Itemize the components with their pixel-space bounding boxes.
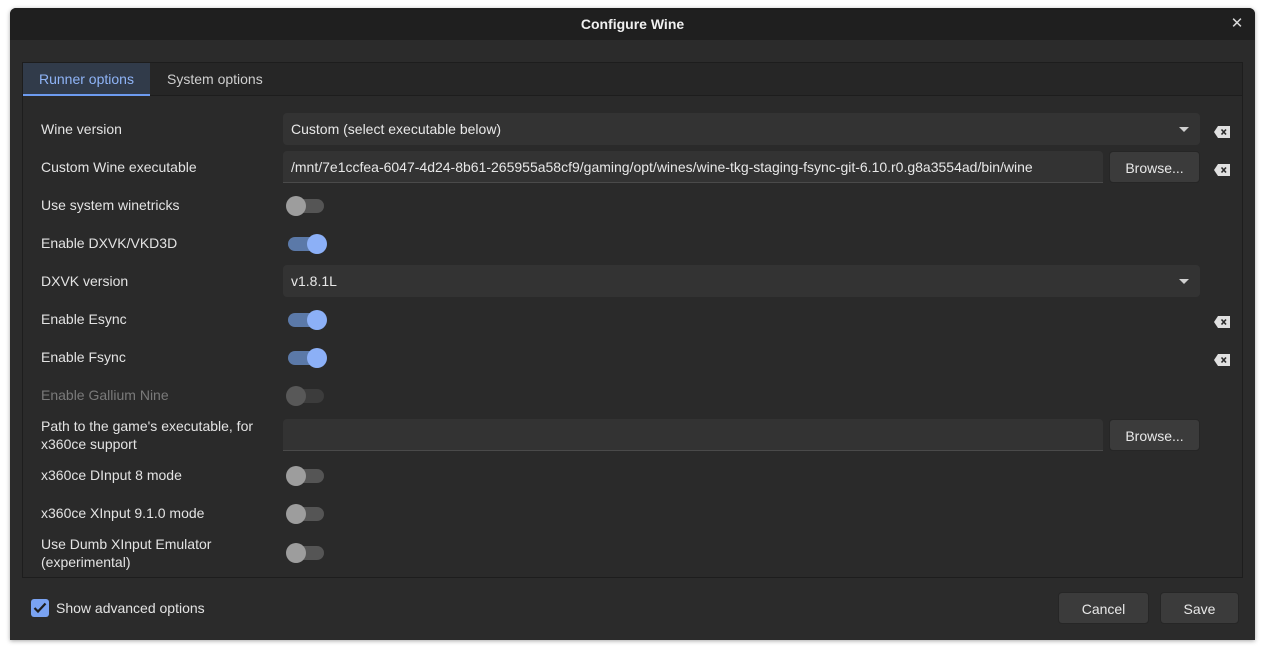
switch-knob: [307, 310, 327, 330]
x360ce-xinput-switch[interactable]: [286, 504, 324, 524]
switch-knob: [307, 348, 327, 368]
checkmark-icon: [33, 602, 47, 614]
chevron-down-icon: [1179, 127, 1189, 132]
options-notebook: Runner options System options Wine versi…: [22, 62, 1243, 578]
wine-version-dropdown[interactable]: Custom (select executable below): [283, 113, 1200, 145]
switch-knob: [286, 196, 306, 216]
switch-knob: [307, 234, 327, 254]
tab-bar: Runner options System options: [23, 63, 1242, 96]
dxvk-version-dropdown[interactable]: v1.8.1L: [283, 265, 1200, 297]
chevron-down-icon: [1179, 279, 1189, 284]
close-icon[interactable]: ✕: [1229, 8, 1245, 40]
switch-knob: [286, 466, 306, 486]
show-advanced-label[interactable]: Show advanced options: [56, 599, 205, 617]
x360ce-path-label: Path to the game's executable, for x360c…: [41, 418, 254, 452]
x360ce-path-input[interactable]: [283, 419, 1103, 451]
dxvk-switch[interactable]: [288, 234, 327, 254]
tab-runner-options[interactable]: Runner options: [23, 63, 150, 96]
custom-exec-label: Custom Wine executable: [41, 159, 197, 175]
reset-clear-icon[interactable]: [1214, 354, 1230, 366]
switch-knob: [286, 504, 306, 524]
configure-wine-dialog: Configure Wine ✕ Runner options System o…: [10, 8, 1255, 640]
reset-clear-icon[interactable]: [1214, 164, 1230, 176]
switch-knob: [286, 386, 306, 406]
save-button[interactable]: Save: [1160, 592, 1239, 624]
wine-version-label: Wine version: [41, 121, 122, 137]
tab-system-options[interactable]: System options: [151, 63, 279, 96]
dxvk-version-value: v1.8.1L: [291, 273, 337, 289]
esync-switch[interactable]: [288, 310, 327, 330]
dxvk-label: Enable DXVK/VKD3D: [41, 235, 178, 251]
cancel-button[interactable]: Cancel: [1058, 592, 1149, 624]
x360ce-xinput-label: x360ce XInput 9.1.0 mode: [41, 505, 205, 521]
reset-clear-icon[interactable]: [1214, 126, 1230, 138]
system-winetricks-label: Use system winetricks: [41, 197, 180, 213]
dumb-xinput-label: Use Dumb XInput Emulator (experimental): [41, 536, 212, 570]
custom-exec-input[interactable]: [283, 151, 1103, 183]
show-advanced-checkbox[interactable]: [31, 599, 49, 617]
esync-label: Enable Esync: [41, 311, 127, 327]
custom-exec-browse-button[interactable]: Browse...: [1109, 151, 1200, 183]
titlebar: Configure Wine ✕: [10, 8, 1255, 40]
system-winetricks-switch[interactable]: [286, 196, 324, 216]
switch-knob: [286, 543, 306, 563]
dumb-xinput-switch[interactable]: [286, 543, 324, 563]
x360ce-path-browse-button[interactable]: Browse...: [1109, 419, 1200, 451]
window-title: Configure Wine: [580, 16, 685, 32]
gallium-nine-label: Enable Gallium Nine: [41, 387, 169, 403]
dxvk-version-label: DXVK version: [41, 273, 129, 289]
reset-clear-icon[interactable]: [1214, 316, 1230, 328]
fsync-switch[interactable]: [288, 348, 327, 368]
x360ce-dinput-switch[interactable]: [286, 466, 324, 486]
fsync-label: Enable Fsync: [41, 349, 126, 365]
gallium-nine-switch: [286, 386, 324, 406]
wine-version-value: Custom (select executable below): [291, 121, 502, 137]
x360ce-dinput-label: x360ce DInput 8 mode: [41, 467, 182, 483]
